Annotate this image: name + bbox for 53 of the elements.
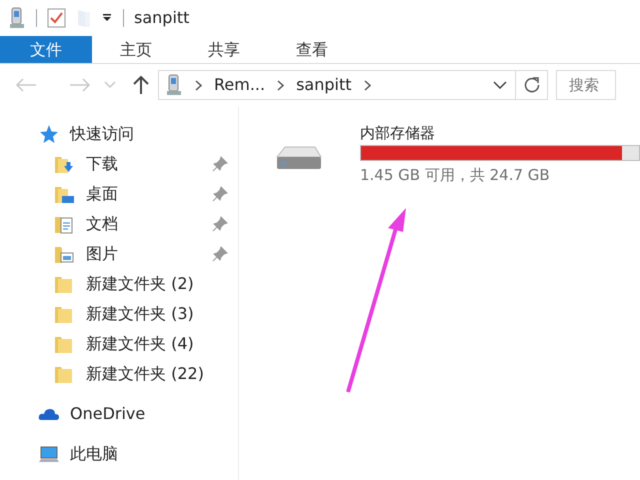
nav-item[interactable]: OneDrive	[0, 399, 238, 429]
device-icon	[165, 74, 183, 96]
ribbon-tab[interactable]: 文件	[0, 36, 92, 63]
computer-icon	[38, 444, 60, 464]
device-icon[interactable]	[8, 7, 26, 29]
star-icon	[38, 124, 60, 144]
nav-label: 新建文件夹 (3)	[86, 303, 195, 325]
chevron-right-icon[interactable]	[195, 80, 202, 90]
refresh-button[interactable]	[516, 70, 548, 100]
ribbon-tab[interactable]: 查看	[268, 36, 356, 63]
pin-icon[interactable]	[212, 216, 228, 232]
breadcrumb-item[interactable]: sanpitt	[296, 73, 352, 97]
ribbon-tab[interactable]: 共享	[180, 36, 268, 63]
chevron-down-icon[interactable]	[493, 81, 507, 89]
search-field[interactable]: 搜索	[556, 70, 616, 100]
address-bar[interactable]: Rem... sanpitt	[158, 70, 516, 100]
nav-label: 新建文件夹 (2)	[86, 273, 195, 295]
chevron-right-icon[interactable]	[364, 80, 371, 90]
drive-name[interactable]: 内部存储器	[360, 123, 640, 143]
nav-item[interactable]: 下载	[0, 149, 238, 179]
nav-item[interactable]: 文档	[0, 209, 238, 239]
nav-item[interactable]: 新建文件夹 (22)	[0, 359, 238, 389]
nav-item[interactable]: 桌面	[0, 179, 238, 209]
chevron-right-icon[interactable]	[277, 80, 284, 90]
nav-item[interactable]: 新建文件夹 (2)	[0, 269, 238, 299]
pin-icon[interactable]	[212, 246, 228, 262]
refresh-icon	[522, 76, 540, 94]
download-folder-icon	[54, 154, 76, 174]
ribbon-tab[interactable]: 主页	[92, 36, 180, 63]
free-space-text: 1.45 GB 可用，共 24.7 GB	[360, 165, 551, 186]
nav-label: 新建文件夹 (22)	[86, 363, 205, 385]
nav-label: OneDrive	[70, 403, 146, 425]
nav-item[interactable]: 此电脑	[0, 439, 238, 469]
nav-item[interactable]: 新建文件夹 (3)	[0, 299, 238, 329]
nav-label: 文档	[86, 213, 119, 235]
window-title: sanpitt	[134, 7, 190, 29]
nav-label: 新建文件夹 (4)	[86, 333, 195, 355]
checkbox-icon[interactable]	[47, 8, 67, 28]
nav-label: 下载	[86, 153, 119, 175]
nav-label: 快速访问	[70, 123, 134, 145]
desktop-folder-icon	[54, 184, 76, 204]
nav-item[interactable]: 图片	[0, 239, 238, 269]
pin-icon[interactable]	[212, 186, 228, 202]
nav-label: 此电脑	[70, 443, 118, 465]
picture-folder-icon	[54, 244, 76, 264]
nav-label: 桌面	[86, 183, 119, 205]
nav-item[interactable]: 新建文件夹 (4)	[0, 329, 238, 359]
nav-label: 图片	[86, 243, 119, 265]
nav-item[interactable]: 快速访问	[0, 119, 238, 149]
up-icon[interactable]	[132, 75, 150, 95]
pin-icon[interactable]	[212, 156, 228, 172]
dropdown-icon[interactable]	[101, 13, 113, 23]
breadcrumb-item[interactable]: Rem...	[214, 73, 266, 97]
